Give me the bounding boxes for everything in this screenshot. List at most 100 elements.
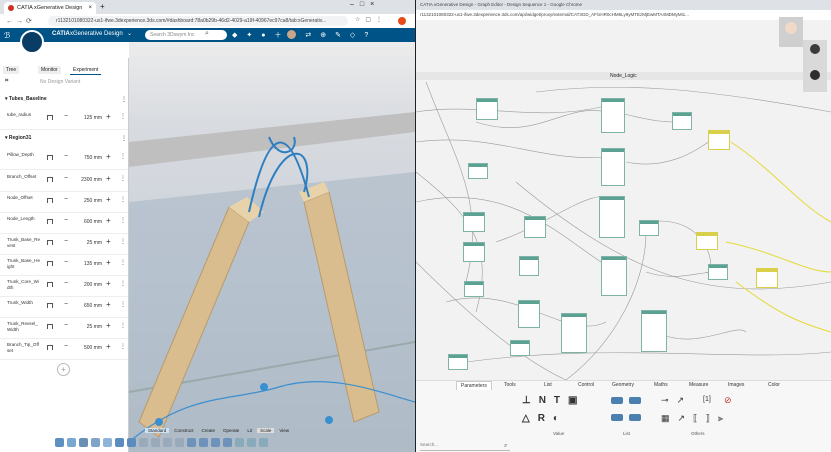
rotate-icon[interactable] bbox=[211, 438, 220, 447]
window-controls-icon[interactable]: –□× bbox=[350, 1, 380, 8]
list-create-icon[interactable] bbox=[611, 397, 623, 404]
tool-icon[interactable] bbox=[139, 438, 148, 447]
param-value[interactable]: 25 mm bbox=[74, 324, 102, 330]
increment-button[interactable]: + bbox=[106, 195, 111, 204]
param-menu-icon[interactable]: ⋮ bbox=[120, 343, 126, 350]
folder-icon[interactable] bbox=[67, 438, 76, 447]
param-value[interactable]: 2300 mm bbox=[74, 177, 102, 183]
graph-node[interactable] bbox=[464, 281, 484, 297]
param-menu-icon[interactable]: ⋮ bbox=[120, 196, 126, 203]
param-menu-icon[interactable]: ⋮ bbox=[120, 217, 126, 224]
increment-button[interactable]: + bbox=[106, 342, 111, 351]
decrement-button[interactable]: − bbox=[64, 217, 68, 224]
param-menu-icon[interactable]: ⋮ bbox=[120, 153, 126, 160]
tab-standard[interactable]: Standard bbox=[145, 428, 170, 433]
export-icon[interactable] bbox=[103, 438, 112, 447]
graph-node[interactable] bbox=[599, 196, 625, 238]
increment-button[interactable]: + bbox=[106, 279, 111, 288]
graph-node[interactable] bbox=[448, 354, 468, 370]
value-tools-row1[interactable]: ⊥NT▣ bbox=[522, 395, 586, 406]
save-icon[interactable] bbox=[79, 438, 88, 447]
param-value[interactable]: 750 mm bbox=[74, 155, 102, 161]
zoom-icon[interactable] bbox=[187, 438, 196, 447]
disable-icon[interactable]: ⊘ bbox=[724, 395, 732, 406]
tab-scale[interactable]: Scale bbox=[257, 428, 275, 433]
param-menu-icon[interactable]: ⋮ bbox=[120, 259, 126, 266]
tab-parameters[interactable]: Parameters bbox=[456, 381, 492, 390]
param-menu-icon[interactable]: ⋮ bbox=[120, 113, 126, 120]
param-value[interactable]: 200 mm bbox=[74, 282, 102, 288]
3d-viewport[interactable] bbox=[129, 42, 415, 452]
tab-operate[interactable]: Operate bbox=[220, 428, 242, 433]
tab-tools[interactable]: Tools bbox=[504, 381, 516, 389]
param-value[interactable]: 250 mm bbox=[74, 198, 102, 204]
graph-node[interactable] bbox=[639, 220, 659, 236]
graph-node[interactable] bbox=[601, 148, 625, 186]
top-bar-icons[interactable]: ◆✦●＋⇪⇄⊕✎◇? bbox=[232, 30, 377, 40]
graph-node[interactable] bbox=[519, 256, 539, 276]
decrement-button[interactable]: − bbox=[64, 322, 68, 329]
increment-button[interactable]: + bbox=[106, 152, 111, 161]
graph-node[interactable] bbox=[510, 340, 530, 356]
search-icon[interactable]: ⌕ bbox=[504, 443, 507, 450]
list-filter-icon[interactable] bbox=[629, 414, 641, 421]
fit-all-icon[interactable] bbox=[223, 438, 232, 447]
decrement-button[interactable]: − bbox=[64, 196, 68, 203]
browser-ext-icons[interactable]: ☆▢⋮ bbox=[355, 16, 387, 23]
chevron-down-icon[interactable]: ⌄ bbox=[127, 30, 132, 37]
redo-icon[interactable] bbox=[127, 438, 136, 447]
param-value[interactable]: 600 mm bbox=[74, 219, 102, 225]
tool-icon[interactable] bbox=[175, 438, 184, 447]
nav-arrows-icon[interactable]: ←→⟳ bbox=[6, 17, 35, 25]
view-icon[interactable] bbox=[235, 438, 244, 447]
section-region31[interactable]: ▾ Region31 bbox=[5, 135, 31, 141]
right-url-field[interactable]: r1132101080322-us1-ifwe.3dexperience.3ds… bbox=[420, 11, 800, 19]
share-icon[interactable] bbox=[91, 438, 100, 447]
param-menu-icon[interactable]: ⋮ bbox=[120, 301, 126, 308]
decrement-button[interactable]: − bbox=[64, 175, 68, 182]
decrement-button[interactable]: − bbox=[64, 280, 68, 287]
search-input[interactable]: Search 3Dswym Inc bbox=[145, 30, 227, 40]
profile-icon[interactable] bbox=[398, 17, 406, 25]
tab-measure[interactable]: Measure bbox=[689, 381, 708, 389]
decrement-button[interactable]: − bbox=[64, 238, 68, 245]
param-value[interactable]: 135 mm bbox=[74, 261, 102, 267]
param-value[interactable]: 125 mm bbox=[74, 115, 102, 121]
increment-button[interactable]: + bbox=[106, 258, 111, 267]
graph-node[interactable] bbox=[672, 112, 692, 130]
section-menu-icon[interactable]: ⋮ bbox=[121, 96, 127, 103]
param-value[interactable]: 650 mm bbox=[74, 303, 102, 309]
param-menu-icon[interactable]: ⋮ bbox=[120, 280, 126, 287]
compass-icon[interactable] bbox=[20, 30, 44, 54]
tool-search-input[interactable]: Search... bbox=[420, 442, 510, 451]
param-value[interactable]: 500 mm bbox=[74, 345, 102, 351]
tab-list[interactable]: List bbox=[544, 381, 552, 389]
left-browser-tab[interactable]: CATIA xGenerative Design × bbox=[4, 2, 96, 14]
increment-button[interactable]: + bbox=[106, 174, 111, 183]
decrement-button[interactable]: − bbox=[64, 153, 68, 160]
tab-lit[interactable]: Lit bbox=[244, 428, 255, 433]
list-merge-icon[interactable] bbox=[611, 414, 623, 421]
decrement-button[interactable]: − bbox=[64, 259, 68, 266]
param-menu-icon[interactable]: ⋮ bbox=[120, 322, 126, 329]
tab-images[interactable]: Images bbox=[728, 381, 744, 389]
graph-node-highlighted[interactable] bbox=[756, 268, 778, 288]
list-split-icon[interactable] bbox=[629, 397, 641, 404]
graph-node[interactable] bbox=[518, 300, 540, 328]
decrement-button[interactable]: − bbox=[64, 343, 68, 350]
avatar[interactable] bbox=[287, 30, 296, 39]
close-tab-icon[interactable]: × bbox=[88, 5, 92, 11]
graph-node[interactable] bbox=[561, 313, 587, 353]
add-parameter-button[interactable]: + bbox=[57, 363, 70, 376]
render-icon[interactable] bbox=[247, 438, 256, 447]
graph-node[interactable] bbox=[476, 98, 498, 120]
tab-view[interactable]: View bbox=[276, 428, 292, 433]
home-icon[interactable] bbox=[55, 438, 64, 447]
increment-button[interactable]: + bbox=[106, 300, 111, 309]
value-tools-row2[interactable]: △R◐ bbox=[522, 413, 567, 424]
increment-button[interactable]: + bbox=[106, 237, 111, 246]
undo-icon[interactable] bbox=[115, 438, 124, 447]
graph-node[interactable] bbox=[601, 256, 627, 296]
graph-node-highlighted[interactable] bbox=[708, 130, 730, 150]
cube-icon[interactable] bbox=[259, 438, 268, 447]
